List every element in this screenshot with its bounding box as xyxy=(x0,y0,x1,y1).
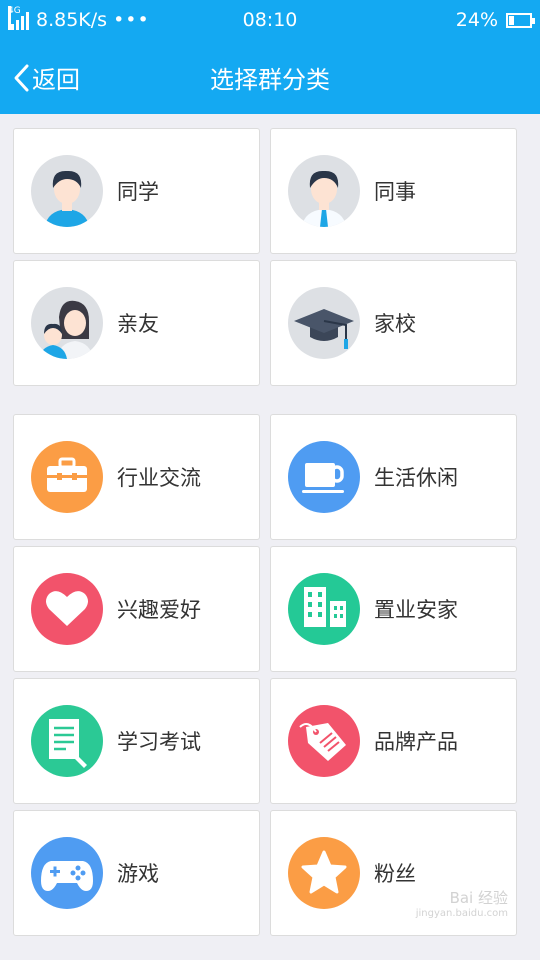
nav-bar: 返回 选择群分类 xyxy=(0,38,540,114)
category-label: 兴趣爱好 xyxy=(117,598,201,622)
category-card[interactable]: 行业交流 xyxy=(13,414,260,540)
category-card[interactable]: 游戏 xyxy=(13,810,260,936)
notebook-icon xyxy=(31,705,103,777)
category-label: 亲友 xyxy=(117,312,159,336)
star-icon xyxy=(288,837,360,909)
category-card[interactable]: 兴趣爱好 xyxy=(13,546,260,672)
coffee-cup-icon xyxy=(288,441,360,513)
category-label: 家校 xyxy=(374,312,416,336)
category-label: 品牌产品 xyxy=(374,730,458,754)
category-card[interactable]: 粉丝 Bai 经验 jingyan.baidu.com xyxy=(270,810,517,936)
category-label: 游戏 xyxy=(117,862,159,886)
category-card[interactable]: 生活休闲 xyxy=(270,414,517,540)
category-label: 同学 xyxy=(117,180,159,204)
graduation-cap-icon xyxy=(288,287,360,359)
category-card[interactable]: 学习考试 xyxy=(13,678,260,804)
category-label: 同事 xyxy=(374,180,416,204)
category-label: 置业安家 xyxy=(374,598,458,622)
buildings-icon xyxy=(288,573,360,645)
watermark-line2: jingyan.baidu.com xyxy=(415,908,508,919)
briefcase-icon xyxy=(31,441,103,513)
watermark: Bai 经验 jingyan.baidu.com xyxy=(416,891,508,921)
category-card[interactable]: 家校 xyxy=(270,260,517,386)
family-avatar-icon xyxy=(31,287,103,359)
category-label: 生活休闲 xyxy=(374,466,458,490)
category-card[interactable]: 同学 xyxy=(13,128,260,254)
page-title: 选择群分类 xyxy=(210,66,330,94)
category-card[interactable]: 品牌产品 xyxy=(270,678,517,804)
status-bar: 4G 8.85K/s ••• 08:10 24% xyxy=(0,0,540,38)
category-label: 行业交流 xyxy=(117,466,201,490)
coworker-avatar-icon xyxy=(288,155,360,227)
category-label: 粉丝 xyxy=(374,862,416,886)
category-card[interactable]: 置业安家 xyxy=(270,546,517,672)
battery-percent: 24% xyxy=(455,9,498,31)
category-card[interactable]: 同事 xyxy=(270,128,517,254)
battery-icon xyxy=(506,12,535,28)
category-card[interactable]: 亲友 xyxy=(13,260,260,386)
gamepad-icon xyxy=(31,837,103,909)
category-label: 学习考试 xyxy=(117,730,201,754)
status-right: 24% xyxy=(455,9,535,31)
price-tag-icon xyxy=(288,705,360,777)
student-avatar-icon xyxy=(31,155,103,227)
heart-icon xyxy=(31,573,103,645)
watermark-line1: Bai 经验 xyxy=(449,889,508,907)
